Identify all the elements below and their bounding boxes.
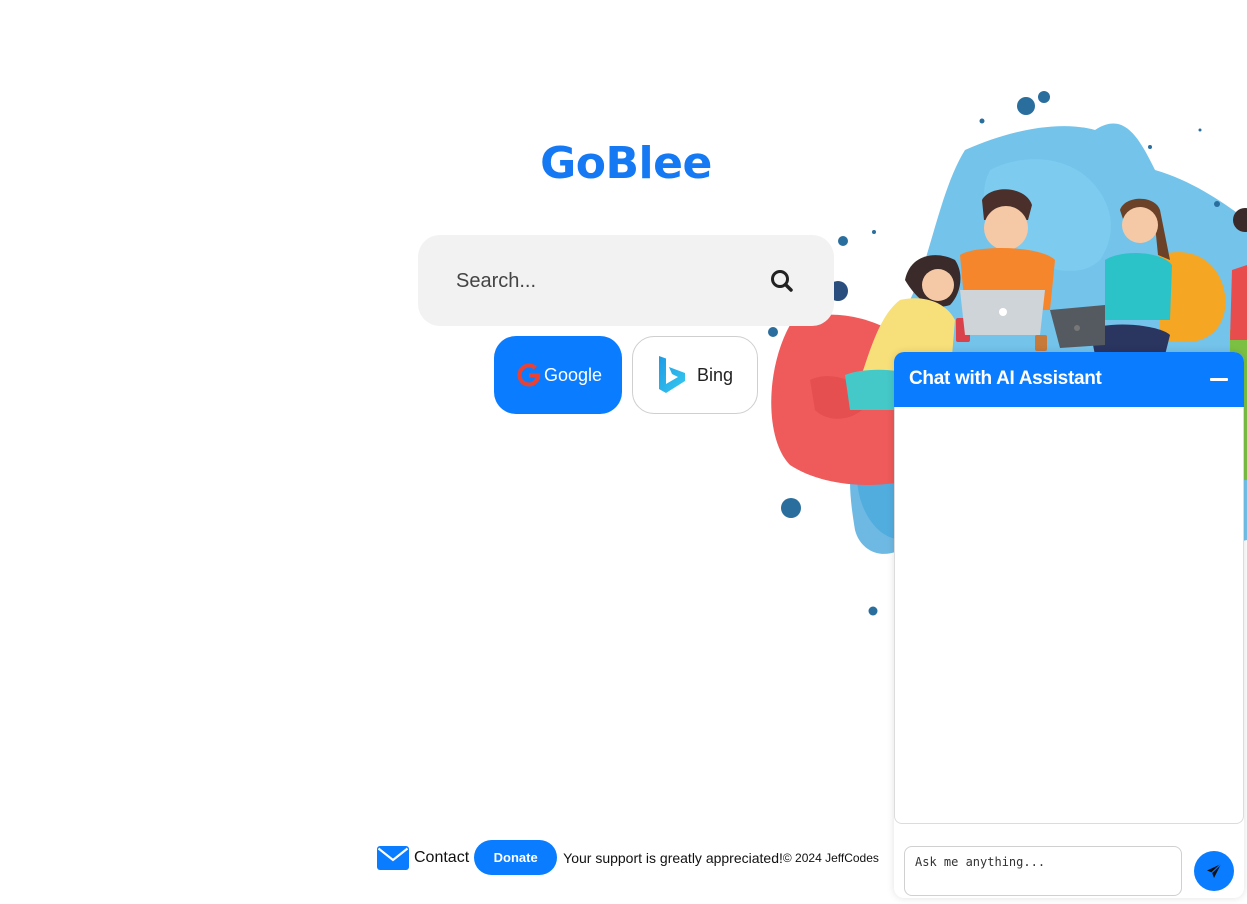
support-text: Your support is greatly appreciated! xyxy=(563,849,783,866)
google-search-button[interactable]: Google xyxy=(494,336,622,414)
chat-title: Chat with AI Assistant xyxy=(909,368,1102,389)
brand-title: GoBlee xyxy=(540,138,712,189)
search-icon xyxy=(771,270,793,292)
chat-widget: Chat with AI Assistant xyxy=(894,352,1244,898)
envelope-icon[interactable] xyxy=(377,845,409,870)
google-label: Google xyxy=(543,364,603,385)
bing-logo-icon xyxy=(657,354,687,396)
page: GoBlee Google xyxy=(0,0,1247,904)
contact-link[interactable]: Contact xyxy=(414,849,469,867)
bing-label: Bing xyxy=(696,364,734,385)
chat-minimize-button[interactable] xyxy=(1206,367,1232,393)
chat-send-button[interactable] xyxy=(1194,851,1234,891)
copyright-text: © 2024 JeffCodes xyxy=(782,850,879,865)
donate-button[interactable]: Donate xyxy=(474,840,558,875)
chat-header: Chat with AI Assistant xyxy=(894,352,1244,407)
chat-input[interactable] xyxy=(904,846,1182,896)
bing-search-button[interactable]: Bing xyxy=(632,336,758,414)
search-bar xyxy=(418,235,834,326)
search-button[interactable] xyxy=(764,263,800,299)
footer: Contact Donate Your support is greatly a… xyxy=(377,840,879,875)
chat-messages-area xyxy=(894,407,1244,824)
google-logo-icon xyxy=(514,360,544,390)
search-input[interactable] xyxy=(454,261,748,301)
paper-plane-icon xyxy=(1207,863,1222,878)
minimize-icon xyxy=(1210,378,1228,381)
